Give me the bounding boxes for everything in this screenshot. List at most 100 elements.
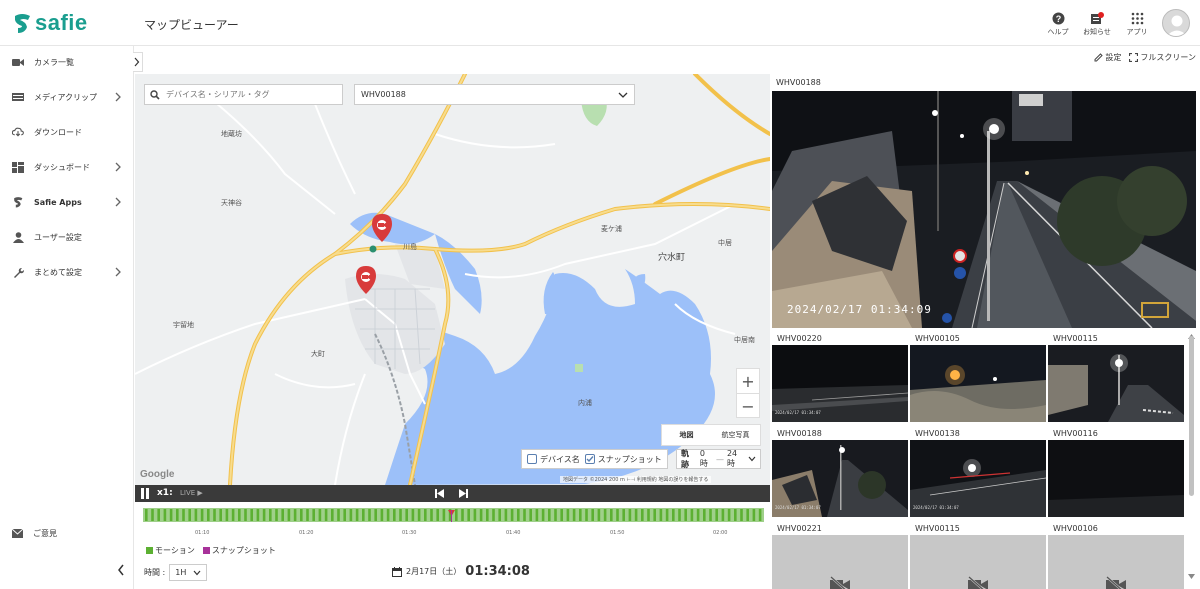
device-select[interactable]: WHV00188 — [354, 84, 635, 105]
device-name-toggle[interactable]: デバイス名 — [527, 454, 580, 465]
time-range-select[interactable]: 1H — [169, 564, 208, 581]
motion-marker — [349, 509, 353, 521]
camera-panel-scrollbar[interactable] — [1189, 336, 1194, 496]
search-input[interactable] — [166, 90, 336, 99]
check-icon — [586, 456, 594, 463]
motion-marker — [579, 509, 582, 521]
sidebar-item-user-settings[interactable]: ユーザー設定 — [0, 222, 134, 252]
current-time: 01:34:08 — [465, 564, 530, 579]
camera-thumbnail[interactable]: WHV00115 — [1048, 332, 1184, 422]
zoom-in-button[interactable]: + — [737, 369, 759, 394]
motion-marker — [740, 509, 743, 521]
timeline-marks — [145, 509, 762, 522]
sidebar-item-camera-list[interactable]: カメラ一覧 — [0, 47, 134, 77]
motion-marker — [324, 509, 328, 521]
pause-icon[interactable] — [140, 488, 150, 499]
motion-marker — [318, 509, 322, 521]
timeline-tick-label: 01:20 — [299, 530, 314, 536]
sidebar-item-download[interactable]: ダウンロード — [0, 117, 134, 147]
playback-speed[interactable]: x1: — [157, 488, 173, 498]
track-separator: — — [715, 454, 724, 464]
safie-logo[interactable]: safie — [12, 10, 88, 36]
help-button[interactable]: ? ヘルプ — [1040, 12, 1076, 37]
zoom-out-button[interactable]: − — [737, 394, 759, 419]
motion-marker — [616, 509, 619, 521]
motion-marker — [665, 509, 669, 521]
map-place-label: 内浦 — [578, 399, 592, 407]
motion-marker — [293, 509, 297, 521]
motion-marker — [492, 509, 495, 521]
motion-marker — [486, 509, 489, 521]
avatar[interactable] — [1162, 9, 1190, 37]
notice-button[interactable]: お知らせ — [1079, 12, 1115, 37]
motion-marker — [504, 509, 508, 521]
camera-thumbnail[interactable]: WHV00106 — [1048, 522, 1184, 589]
main-camera-view[interactable]: 2024/02/17 01:34:09 — [772, 91, 1196, 328]
device-name-checkbox[interactable] — [527, 454, 537, 464]
motion-marker — [337, 509, 340, 521]
track-range-select[interactable]: 軌跡 0時 — 24時 — [676, 449, 761, 469]
time-range-value: 1H — [175, 568, 187, 577]
page-title: マップビューアー — [144, 18, 239, 32]
feedback-link[interactable]: ご意見 — [12, 528, 57, 539]
motion-marker — [479, 509, 483, 521]
motion-marker — [690, 509, 694, 521]
camera-thumbnail[interactable]: WHV00221 — [772, 522, 908, 589]
current-datetime[interactable]: 2月17日（土） 01:34:08 — [392, 564, 530, 579]
camera-thumbnail[interactable]: WHV00188 2024/02/17 01:34:07 — [772, 427, 908, 517]
camera-thumbnail[interactable]: WHV00105 — [910, 332, 1046, 422]
sidebar-item-safie-apps[interactable]: Safie Apps — [0, 187, 134, 217]
sidebar-item-media-clip[interactable]: メディアクリップ — [0, 82, 134, 112]
camera-panel: WHV00188 2024/02/17 01:34:09 WHV00220 20… — [771, 74, 1196, 589]
thumbnail-image — [910, 345, 1046, 422]
thumbnail-name: WHV00138 — [915, 429, 960, 438]
motion-marker — [510, 509, 514, 521]
sidebar-item-bulk-settings[interactable]: まとめて設定 — [0, 257, 134, 287]
motion-marker — [672, 509, 675, 521]
motion-marker — [597, 509, 601, 521]
map-type-map[interactable]: 地図 — [662, 425, 711, 445]
motion-marker — [287, 509, 291, 521]
motion-marker — [541, 509, 545, 521]
skip-previous-icon[interactable] — [434, 488, 445, 499]
main-camera-timestamp: 2024/02/17 01:34:09 — [787, 303, 932, 316]
motion-marker — [696, 509, 700, 521]
motion-marker — [207, 509, 210, 521]
live-button[interactable]: LIVE ▶ — [180, 489, 203, 497]
motion-marker — [703, 509, 706, 521]
skip-next-icon[interactable] — [458, 488, 469, 499]
map-canvas[interactable]: 地蔵坊 天神谷 宇留地 大町 川島 麦ケ浦 中居 穴水町 中居南 内浦 WHV0… — [135, 74, 770, 485]
expand-panel-tab[interactable] — [133, 52, 143, 72]
apps-button[interactable]: アプリ — [1119, 12, 1155, 37]
timeline[interactable]: 01:10 01:20 01:30 01:40 01:50 02:00 — [135, 502, 770, 542]
apps-label: アプリ — [1126, 28, 1148, 36]
motion-marker — [145, 509, 148, 521]
fullscreen-button[interactable]: フルスクリーン — [1129, 52, 1196, 63]
legend-swatch — [146, 547, 153, 554]
sidebar-item-label: メディアクリップ — [34, 92, 98, 102]
camera-thumbnail[interactable]: WHV00138 2024/02/17 01:34:07 — [910, 427, 1046, 517]
motion-marker — [157, 509, 160, 521]
motion-marker — [182, 509, 185, 521]
motion-marker — [250, 509, 253, 521]
snapshot-checkbox[interactable] — [584, 454, 595, 464]
motion-marker — [628, 509, 632, 521]
camera-thumbnail[interactable]: WHV00220 2024/02/17 01:34:07 — [772, 332, 908, 422]
snapshot-toggle[interactable]: スナップショット — [584, 454, 662, 465]
device-search[interactable] — [144, 84, 343, 105]
motion-marker — [746, 509, 749, 521]
motion-marker — [219, 509, 222, 521]
sidebar-item-dashboard[interactable]: ダッシュボード — [0, 152, 134, 182]
thumbnail-offline — [772, 535, 908, 589]
collapse-sidebar-icon[interactable] — [116, 563, 126, 577]
map-attribution[interactable]: 地図データ ©2024 200 m ⊢⊣ 利用規約 地図の誤りを報告する — [560, 476, 712, 483]
camera-thumbnail[interactable]: WHV00116 — [1048, 427, 1184, 517]
camera-thumbnail[interactable]: WHV00115 — [910, 522, 1046, 589]
thumbnail-name: WHV00188 — [777, 429, 822, 438]
map-type-satellite[interactable]: 航空写真 — [711, 425, 760, 445]
scroll-down-icon[interactable] — [1188, 574, 1195, 579]
motion-marker — [461, 509, 464, 521]
main-camera-name: WHV00188 — [776, 78, 821, 87]
settings-button[interactable]: 設定 — [1094, 52, 1121, 63]
motion-marker — [380, 509, 384, 521]
